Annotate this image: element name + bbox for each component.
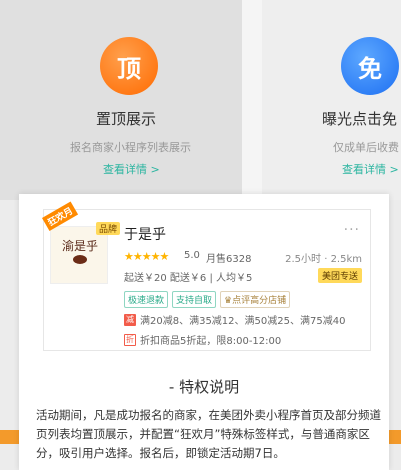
service-tags: 极速退款 支持自取 ♛点评高分店铺 [124, 291, 291, 308]
service-tag: ♛点评高分店铺 [220, 291, 291, 308]
bottom-accent-bar [0, 430, 19, 444]
top-card-title: 置顶展示 [96, 110, 157, 128]
bean-icon [73, 255, 87, 264]
more-options-icon[interactable]: ··· [344, 222, 360, 238]
shop-preview-card: 渝是乎 狂欢月 品牌 于是乎 ··· ★★★★★ 5.0 月售6328 2.5小… [42, 201, 371, 351]
privilege-page: 顶 免 置顶展示 曝光点击免 报名商家小程序列表展示 仅成单后收费 查看详情 >… [0, 0, 401, 470]
sale-text: 折扣商品5折起，限8:00-12:00 [140, 336, 282, 347]
sale-tag-icon: 折 [124, 333, 136, 346]
rating-value: 5.0 [184, 250, 200, 261]
privilege-title: - 特权说明 [168, 378, 240, 396]
crown-icon: ♛ [224, 296, 233, 306]
top-card-details-link[interactable]: 查看详情 > [103, 161, 160, 177]
monthly-sales: 月售6328 [206, 254, 252, 265]
free-card-title: 曝光点击免 [322, 110, 398, 128]
sale-promo: 折 折扣商品5折起，限8:00-12:00 [124, 332, 281, 347]
free-badge-icon: 免 [341, 37, 399, 95]
shop-name: 于是乎 [124, 227, 166, 243]
card-gap [242, 0, 262, 200]
brand-tag: 品牌 [96, 222, 121, 235]
service-tag: 极速退款 [124, 291, 169, 308]
delivery-fees: 起送￥20 配送￥6 | 人均￥5 [124, 273, 253, 284]
free-card-details-link[interactable]: 查看详情 > [342, 161, 399, 177]
top-card-desc: 报名商家小程序列表展示 [70, 141, 191, 154]
discount-promo: 减 满20减8、满35减12、满50减25、满75减40 [124, 312, 345, 327]
rating-stars-icon: ★★★★★ [124, 250, 169, 263]
service-tag-label: 点评高分店铺 [232, 296, 287, 306]
shop-logo-text: 渝是乎 [61, 239, 98, 253]
meituan-delivery-tag: 美团专送 [317, 268, 362, 283]
top-badge-icon: 顶 [100, 37, 158, 95]
privilege-popup: 渝是乎 狂欢月 品牌 于是乎 ··· ★★★★★ 5.0 月售6328 2.5小… [19, 194, 389, 470]
shop-logo-art: 渝是乎 [57, 239, 103, 275]
service-tag: 支持自取 [172, 291, 217, 308]
privilege-description: 活动期间，凡是成功报名的商家，在美团外卖小程序首页及部分频道页列表均置顶展示，并… [36, 408, 381, 460]
bottom-accent-bar-right [389, 430, 401, 444]
delivery-distance: 2.5小时 · 2.5km [285, 254, 362, 265]
discount-tag-icon: 减 [124, 313, 136, 326]
free-card-desc: 仅成单后收费 [333, 141, 399, 154]
discount-text: 满20减8、满35减12、满50减25、满75减40 [140, 316, 346, 327]
